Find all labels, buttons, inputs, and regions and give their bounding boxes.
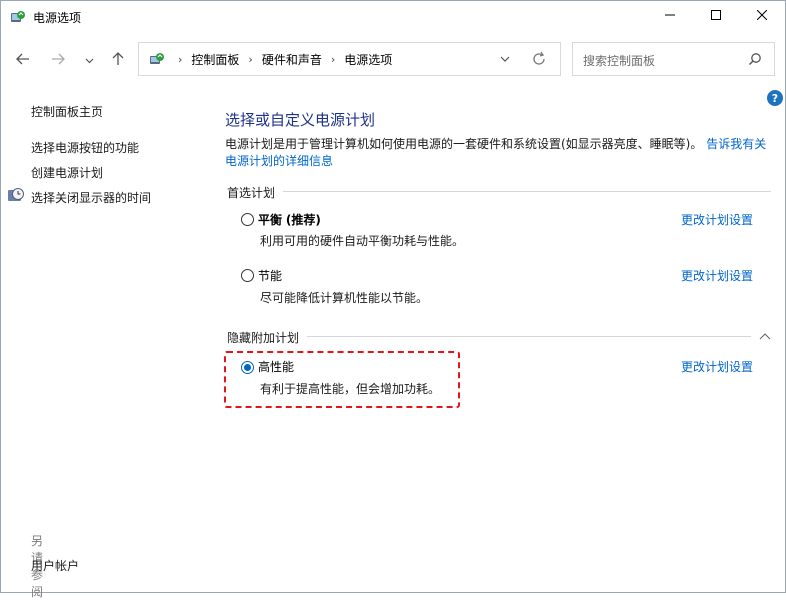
search-placeholder: 搜索控制面板 (583, 54, 656, 68)
back-button[interactable] (12, 49, 34, 71)
search-icon[interactable] (748, 52, 762, 66)
plan-tag-recommended: (推荐) (285, 213, 321, 227)
help-icon[interactable]: ? (767, 90, 783, 106)
power-options-app-icon (10, 9, 26, 25)
chevron-down-icon (85, 53, 94, 67)
window-title: 电源选项 (33, 11, 82, 25)
svg-text:?: ? (772, 92, 778, 105)
maximize-icon (711, 9, 721, 23)
plan-name-power-saver[interactable]: 节能 (258, 267, 282, 284)
page-description: 电源计划是用于管理计算机如何使用电源的一套硬件和系统设置(如显示器亮度、睡眠等)… (225, 136, 777, 170)
breadcrumb-hardware-sound[interactable]: 硬件和声音 (262, 51, 322, 68)
change-plan-settings-high-performance[interactable]: 更改计划设置 (681, 358, 753, 375)
plan-name-balanced[interactable]: 平衡 (推荐) (258, 211, 321, 228)
sidebar-item-display-off-time[interactable]: 选择关闭显示器的时间 (31, 189, 151, 206)
highlight-annotation-box (224, 351, 460, 408)
plan-title-balanced: 平衡 (258, 213, 283, 227)
forward-button[interactable] (47, 49, 69, 71)
plan-description-power-saver: 尽可能降低计算机性能以节能。 (260, 291, 429, 305)
chevron-up-icon[interactable] (759, 330, 771, 340)
change-plan-settings-balanced[interactable]: 更改计划设置 (681, 211, 753, 228)
address-bar[interactable]: › 控制面板 › 硬件和声音 › 电源选项 (138, 42, 561, 76)
arrow-up-icon (112, 51, 124, 69)
sidebar-item-user-accounts[interactable]: 用户帐户 (31, 557, 79, 574)
up-button[interactable] (107, 49, 129, 71)
sidebar-item-control-panel-home[interactable]: 控制面板主页 (31, 103, 103, 120)
chevron-right-icon: › (178, 52, 183, 66)
minimize-icon (665, 9, 675, 23)
clock-icon (8, 187, 24, 203)
group-divider (307, 336, 751, 337)
arrow-right-icon (51, 53, 65, 68)
hidden-plans-heading: 隐藏附加计划 (227, 331, 300, 345)
breadcrumb-power-options[interactable]: 电源选项 (344, 51, 392, 68)
description-text: 电源计划是用于管理计算机如何使用电源的一套硬件和系统设置(如显示器亮度、睡眠等)… (225, 137, 703, 151)
change-plan-settings-power-saver[interactable]: 更改计划设置 (681, 267, 753, 284)
group-divider (283, 191, 771, 192)
maximize-button[interactable] (693, 1, 739, 31)
search-input[interactable]: 搜索控制面板 (572, 42, 775, 76)
minimize-button[interactable] (647, 1, 693, 31)
close-icon (756, 9, 768, 23)
sidebar-item-power-button[interactable]: 选择电源按钮的功能 (31, 139, 139, 156)
sidebar-item-create-plan[interactable]: 创建电源计划 (31, 164, 103, 181)
chevron-right-icon: › (330, 52, 336, 66)
page-title: 选择或自定义电源计划 (225, 111, 376, 129)
plan-description-balanced: 利用可用的硬件自动平衡功耗与性能。 (260, 234, 465, 248)
title-bar: 电源选项 (1, 1, 785, 33)
breadcrumb-control-panel[interactable]: 控制面板 (191, 51, 239, 68)
breadcrumb: › 控制面板 › 硬件和声音 › 电源选项 (169, 43, 392, 75)
radio-power-saver[interactable] (241, 269, 254, 282)
address-history-chevron-icon[interactable] (498, 52, 512, 66)
power-options-window: 电源选项 › 控制面板 › 硬件和声音 › 电源选项 搜索控制面板 ? 控制面板… (0, 0, 786, 599)
arrow-left-icon (16, 53, 30, 68)
chevron-right-icon: › (248, 52, 253, 66)
refresh-icon[interactable] (531, 51, 547, 67)
preferred-plans-heading: 首选计划 (227, 186, 276, 200)
recent-locations-button[interactable] (78, 49, 100, 71)
radio-balanced[interactable] (241, 213, 254, 226)
close-button[interactable] (739, 1, 785, 31)
control-panel-icon (149, 51, 165, 67)
